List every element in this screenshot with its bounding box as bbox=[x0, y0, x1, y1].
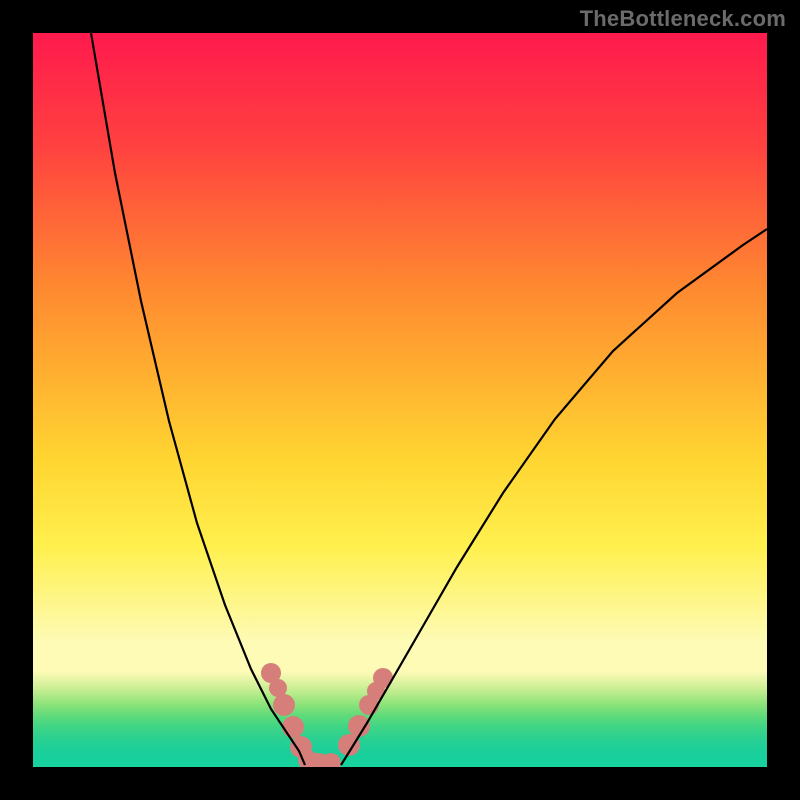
chart-frame: TheBottleneck.com bbox=[0, 0, 800, 800]
watermark-text: TheBottleneck.com bbox=[580, 6, 786, 32]
data-marker bbox=[273, 694, 295, 716]
marker-group bbox=[261, 663, 393, 767]
plot-area bbox=[33, 33, 767, 767]
data-marker bbox=[348, 715, 370, 737]
left-curve bbox=[91, 33, 305, 765]
right-curve bbox=[341, 229, 767, 765]
data-marker bbox=[282, 716, 304, 738]
curve-layer bbox=[33, 33, 767, 767]
